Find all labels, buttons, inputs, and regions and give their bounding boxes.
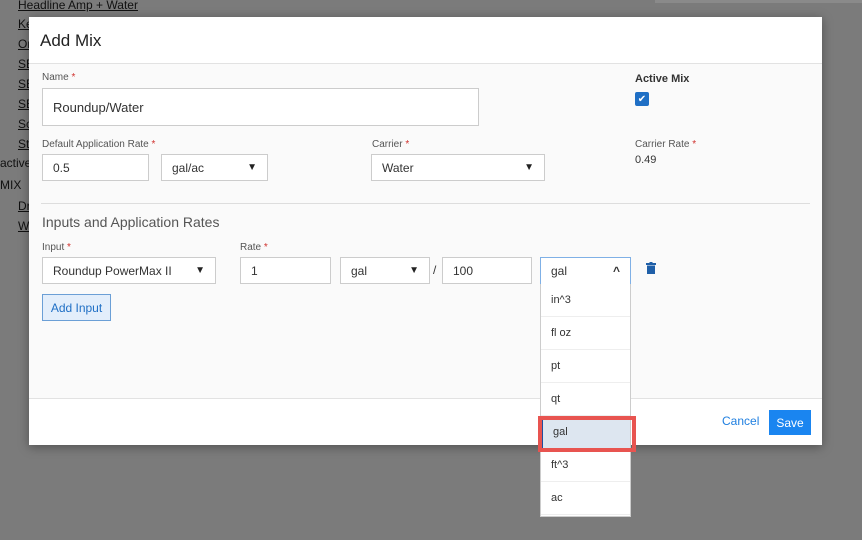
input-value: Roundup PowerMax II: [53, 263, 172, 278]
dropdown-option-highlighted[interactable]: gal: [541, 416, 630, 449]
modal-footer: Cancel Save: [29, 398, 822, 445]
dropdown-option[interactable]: qt: [541, 383, 630, 416]
chevron-up-icon: ^: [612, 264, 620, 278]
per-unit-value: gal: [551, 264, 568, 278]
carrier-select[interactable]: Water ▼: [371, 154, 545, 181]
per-unit-dropdown: in^3 fl oz pt qt gal ft^3 ac: [540, 284, 631, 517]
cancel-button[interactable]: Cancel: [722, 414, 759, 428]
default-rate-input[interactable]: 0.5: [42, 154, 149, 181]
default-rate-label: Default Application Rate *: [42, 139, 156, 150]
active-mix-checkbox[interactable]: ✔: [635, 92, 649, 106]
input-select[interactable]: Roundup PowerMax II ▼: [42, 257, 216, 284]
input-label: Input *: [42, 242, 71, 253]
rate-unit-select[interactable]: gal/ac ▼: [161, 154, 268, 181]
save-button[interactable]: Save: [769, 410, 811, 435]
bg-link[interactable]: St: [18, 137, 29, 151]
bg-link[interactable]: Headline Amp + Water: [18, 0, 138, 12]
divider: [41, 203, 810, 204]
rate-unit2-select[interactable]: gal ▼: [340, 257, 430, 284]
chevron-down-icon: ▼: [247, 162, 257, 173]
rate-label: Rate *: [240, 242, 268, 253]
per-value-input[interactable]: 100: [442, 257, 532, 284]
bg-link[interactable]: W: [18, 219, 29, 233]
dropdown-option[interactable]: fl oz: [541, 317, 630, 350]
chevron-down-icon: ▼: [524, 162, 534, 173]
trash-icon[interactable]: [646, 262, 656, 274]
bg-active-label: active: [0, 156, 32, 170]
carrier-label: Carrier *: [372, 139, 410, 150]
dropdown-option[interactable]: pt: [541, 350, 630, 383]
rate-input[interactable]: 1: [240, 257, 331, 284]
add-input-button[interactable]: Add Input: [42, 294, 111, 321]
per-unit-select[interactable]: gal ^: [540, 257, 631, 285]
dropdown-option[interactable]: ac: [541, 482, 630, 515]
modal-title: Add Mix: [29, 17, 822, 64]
per-slash: /: [433, 263, 437, 277]
carrier-rate-label: Carrier Rate *: [635, 139, 697, 150]
bg-mix-label: MIX: [0, 178, 22, 192]
dropdown-option[interactable]: in^3: [541, 284, 630, 317]
name-label: Name *: [42, 72, 76, 83]
check-icon: ✔: [637, 93, 647, 105]
carrier-rate-value: 0.49: [635, 154, 657, 166]
chevron-down-icon: ▼: [195, 265, 205, 276]
active-mix-label: Active Mix: [635, 73, 690, 85]
background-strip: [655, 0, 862, 3]
name-input[interactable]: Roundup/Water: [42, 88, 479, 126]
dropdown-option[interactable]: ft^3: [541, 449, 630, 482]
chevron-down-icon: ▼: [409, 265, 419, 276]
carrier-value: Water: [382, 160, 414, 175]
rate-unit2-value: gal: [351, 263, 368, 278]
section-title: Inputs and Application Rates: [42, 214, 220, 230]
add-mix-modal: Add Mix Name * Roundup/Water Active Mix …: [29, 17, 822, 445]
rate-unit-value: gal/ac: [172, 160, 205, 175]
